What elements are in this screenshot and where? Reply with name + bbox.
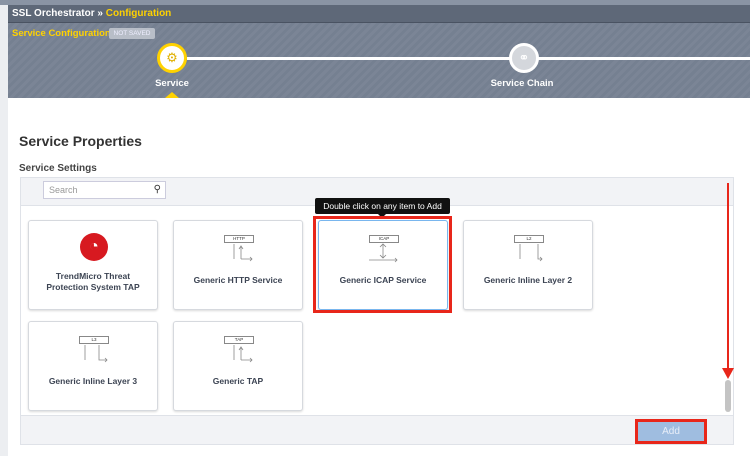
step-service-chain[interactable]: ⚭ xyxy=(509,43,539,73)
header: SSL Orchestrator » Configuration Service… xyxy=(8,5,750,98)
search-icon[interactable]: ⚲ xyxy=(154,184,161,195)
scrollbar-thumb[interactable] xyxy=(725,380,731,412)
card-label: Generic Inline Layer 2 xyxy=(483,275,573,285)
breadcrumb-separator: » xyxy=(97,8,103,19)
trendmicro-logo-icon: ◔ xyxy=(80,233,108,261)
arrow-head-icon xyxy=(722,368,734,379)
service-card-http[interactable]: HTTP Generic HTTP Service xyxy=(173,220,303,310)
http-diagram-icon: HTTP xyxy=(224,235,256,263)
status-badge: NOT SAVED xyxy=(109,28,155,39)
breadcrumb: SSL Orchestrator » Configuration xyxy=(8,5,750,23)
step-label: Service xyxy=(155,78,189,89)
section-title: Service Settings xyxy=(19,163,97,174)
tooltip: Double click on any item to Add xyxy=(315,198,450,218)
step-service[interactable]: ⚙ xyxy=(157,43,187,73)
service-card-l2[interactable]: L2 Generic Inline Layer 2 xyxy=(463,220,593,310)
card-label: Generic Inline Layer 3 xyxy=(48,376,138,386)
page-subtitle: Service Configuration xyxy=(12,28,111,39)
breadcrumb-app[interactable]: SSL Orchestrator xyxy=(12,8,95,19)
panel-footer xyxy=(21,415,733,444)
step-label: Service Chain xyxy=(490,78,554,89)
search-placeholder: Search xyxy=(49,185,78,195)
service-card-l3[interactable]: L3 Generic Inline Layer 3 xyxy=(28,321,158,411)
card-label: Generic TAP xyxy=(212,376,264,386)
card-label: TrendMicro Threat Protection System TAP xyxy=(46,271,140,292)
chain-icon: ⚭ xyxy=(518,50,530,65)
l2-diagram-icon: L2 xyxy=(514,235,546,263)
tap-diagram-icon: TAP xyxy=(224,336,256,364)
search-input[interactable]: Search ⚲ xyxy=(43,181,166,199)
l3-diagram-icon: L3 xyxy=(79,336,111,364)
add-highlight-annotation xyxy=(635,419,707,444)
highlight-annotation xyxy=(313,216,452,313)
breadcrumb-section: Configuration xyxy=(105,8,172,19)
gears-icon: ⚙ xyxy=(166,50,178,65)
scroll-arrow-annotation xyxy=(727,183,729,371)
page-title: Service Properties xyxy=(19,133,142,149)
step-connector xyxy=(187,57,750,60)
service-card-trendmicro[interactable]: ◔ TrendMicro Threat Protection System TA… xyxy=(28,220,158,310)
service-card-tap[interactable]: TAP Generic TAP xyxy=(173,321,303,411)
card-label: Generic HTTP Service xyxy=(193,275,283,285)
